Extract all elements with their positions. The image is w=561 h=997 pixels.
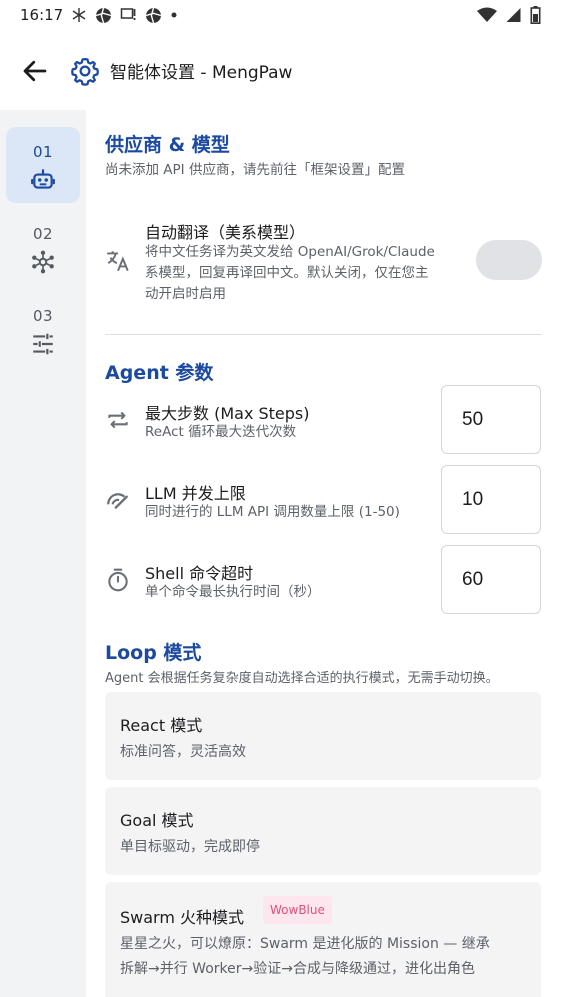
sliders-icon (33, 333, 53, 355)
section-title-provider: 供应商 & 模型 (105, 134, 230, 156)
shell-timeout-desc: 单个命令最长执行时间（秒） (145, 584, 321, 600)
hub-network-icon (32, 250, 54, 274)
translate-icon (107, 251, 129, 272)
snowflake-icon (72, 8, 86, 22)
llm-concurrency-input[interactable]: 10 (441, 465, 541, 534)
llm-concurrency-desc: 同时进行的 LLM API 调用数量上限 (1-50) (145, 504, 400, 520)
status-bar: 16:17 (0, 0, 561, 30)
status-time: 16:17 (20, 6, 64, 24)
loop-mode-card-swarm[interactable]: Swarm 火种模式 WowBlue 星星之火，可以燎原：Swarm 是进化版的… (105, 882, 541, 997)
loop-mode-card-goal[interactable]: Goal 模式 单目标驱动，完成即停 (105, 787, 541, 875)
mode-title: Goal 模式 (120, 811, 194, 830)
section-desc-provider: 尚未添加 API 供应商，请先前往「框架设置」配置 (105, 162, 405, 178)
repeat-icon (108, 411, 128, 429)
back-arrow-icon[interactable] (20, 56, 50, 86)
robot-icon (31, 169, 55, 189)
mode-desc: 星星之火，可以燎原：Swarm 是进化版的 Mission — 继承 拆解→并行… (120, 936, 490, 977)
auto-translate-desc: 将中文任务译为英文发给 OpenAI/Grok/Claude 系模型，回复再译回… (145, 244, 435, 302)
sidebar: 01 02 03 (0, 110, 86, 997)
aperture-icon (96, 7, 112, 23)
max-steps-title: 最大步数 (Max Steps) (145, 404, 310, 423)
section-desc-loop: Agent 会根据任务复杂度自动选择合适的执行模式，无需手动切换。 (105, 671, 499, 686)
gear-icon (71, 58, 99, 86)
max-steps-input[interactable]: 50 (441, 385, 541, 454)
loop-mode-card-react[interactable]: React 模式 标准问答，灵活高效 (105, 692, 541, 780)
aperture-icon (146, 7, 162, 23)
page-title: 智能体设置 - MengPaw (110, 63, 293, 83)
sidebar-item-provider[interactable]: 01 (6, 127, 80, 203)
timer-icon (108, 568, 128, 592)
section-title-loop: Loop 模式 (105, 642, 202, 664)
llm-concurrency-title: LLM 并发上限 (145, 484, 246, 503)
speed-gauge-icon (107, 493, 128, 509)
dot-icon (171, 12, 177, 18)
sidebar-item-parameters[interactable]: 03 (6, 291, 80, 367)
settings-content: 供应商 & 模型 尚未添加 API 供应商，请先前往「框架设置」配置 自动翻译（… (86, 110, 561, 997)
max-steps-desc: ReAct 循环最大迭代次数 (145, 424, 297, 440)
chat-alert-icon (120, 8, 136, 20)
mode-desc: 单目标驱动，完成即停 (120, 839, 260, 855)
signal-icon (506, 8, 521, 22)
sidebar-item-number: 01 (32, 143, 54, 161)
shell-timeout-title: Shell 命令超时 (145, 564, 254, 583)
sidebar-item-network[interactable]: 02 (6, 209, 80, 285)
auto-translate-title: 自动翻译（美系模型） (145, 223, 306, 242)
divider (105, 334, 542, 335)
section-title-agent: Agent 参数 (105, 362, 214, 384)
mode-badge: WowBlue (263, 896, 332, 924)
notification-icons (71, 7, 178, 24)
sidebar-item-number: 03 (32, 307, 54, 325)
auto-translate-toggle[interactable] (476, 240, 542, 280)
mode-title: React 模式 (120, 716, 203, 735)
battery-icon (530, 6, 541, 24)
sidebar-item-number: 02 (32, 225, 54, 243)
shell-timeout-input[interactable]: 60 (441, 545, 541, 614)
system-icons (477, 6, 541, 24)
app-bar: 智能体设置 - MengPaw (0, 40, 561, 100)
mode-desc: 标准问答，灵活高效 (120, 744, 246, 760)
mode-title: Swarm 火种模式 (120, 908, 245, 927)
wifi-icon (477, 7, 497, 22)
